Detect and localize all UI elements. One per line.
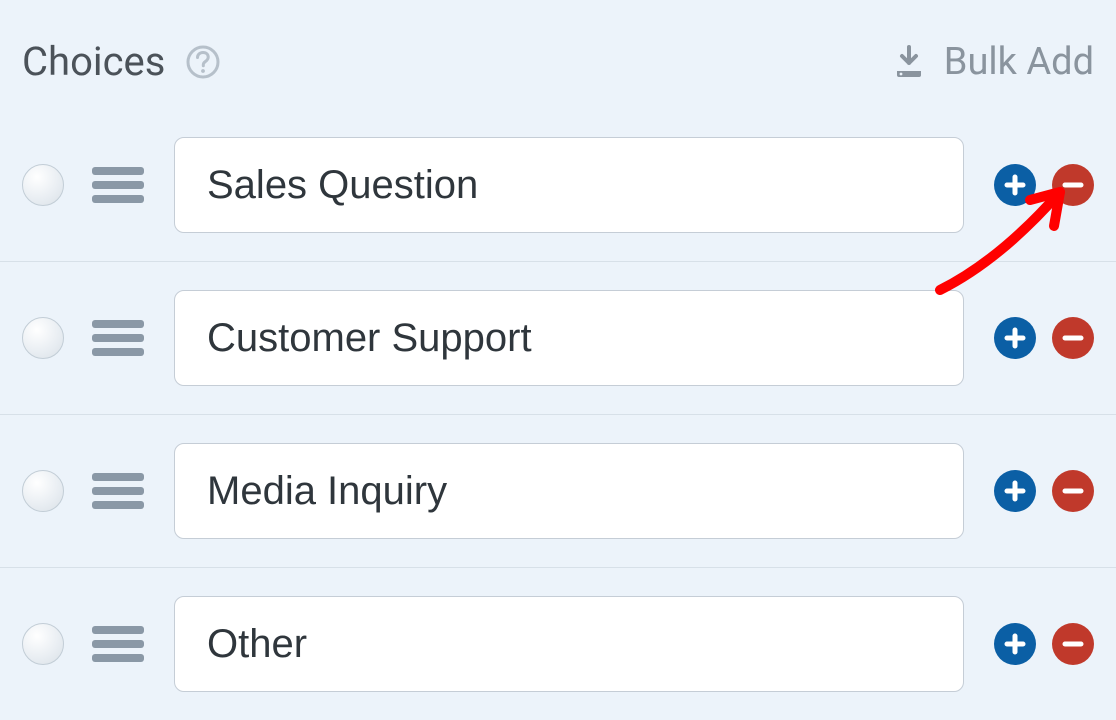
remove-choice-button[interactable]: [1052, 623, 1094, 665]
drag-handle-icon[interactable]: [90, 469, 146, 513]
drag-handle-icon[interactable]: [90, 163, 146, 207]
add-choice-button[interactable]: [994, 317, 1036, 359]
add-choice-button[interactable]: [994, 470, 1036, 512]
download-icon: [890, 43, 928, 81]
choice-row: [0, 262, 1116, 415]
default-radio[interactable]: [22, 317, 64, 359]
drag-handle-icon[interactable]: [90, 316, 146, 360]
choices-title: Choices: [22, 38, 165, 85]
choice-label-input[interactable]: [174, 137, 964, 233]
row-actions: [994, 623, 1094, 665]
remove-choice-button[interactable]: [1052, 317, 1094, 359]
add-choice-button[interactable]: [994, 623, 1036, 665]
choice-label-input[interactable]: [174, 290, 964, 386]
help-icon[interactable]: [185, 44, 221, 80]
choices-header: Choices Bulk Add: [0, 38, 1116, 109]
choice-row: [0, 415, 1116, 568]
choice-row: [0, 109, 1116, 262]
remove-choice-button[interactable]: [1052, 470, 1094, 512]
default-radio[interactable]: [22, 164, 64, 206]
choices-panel: Choices Bulk Add: [0, 0, 1116, 720]
choice-label-input[interactable]: [174, 596, 964, 692]
default-radio[interactable]: [22, 470, 64, 512]
bulk-add-label: Bulk Add: [944, 40, 1094, 84]
choice-row: [0, 568, 1116, 720]
default-radio[interactable]: [22, 623, 64, 665]
row-actions: [994, 317, 1094, 359]
row-actions: [994, 164, 1094, 206]
remove-choice-button[interactable]: [1052, 164, 1094, 206]
bulk-add-button[interactable]: Bulk Add: [890, 40, 1094, 84]
choice-label-input[interactable]: [174, 443, 964, 539]
add-choice-button[interactable]: [994, 164, 1036, 206]
row-actions: [994, 470, 1094, 512]
drag-handle-icon[interactable]: [90, 622, 146, 666]
choices-list: [0, 109, 1116, 720]
